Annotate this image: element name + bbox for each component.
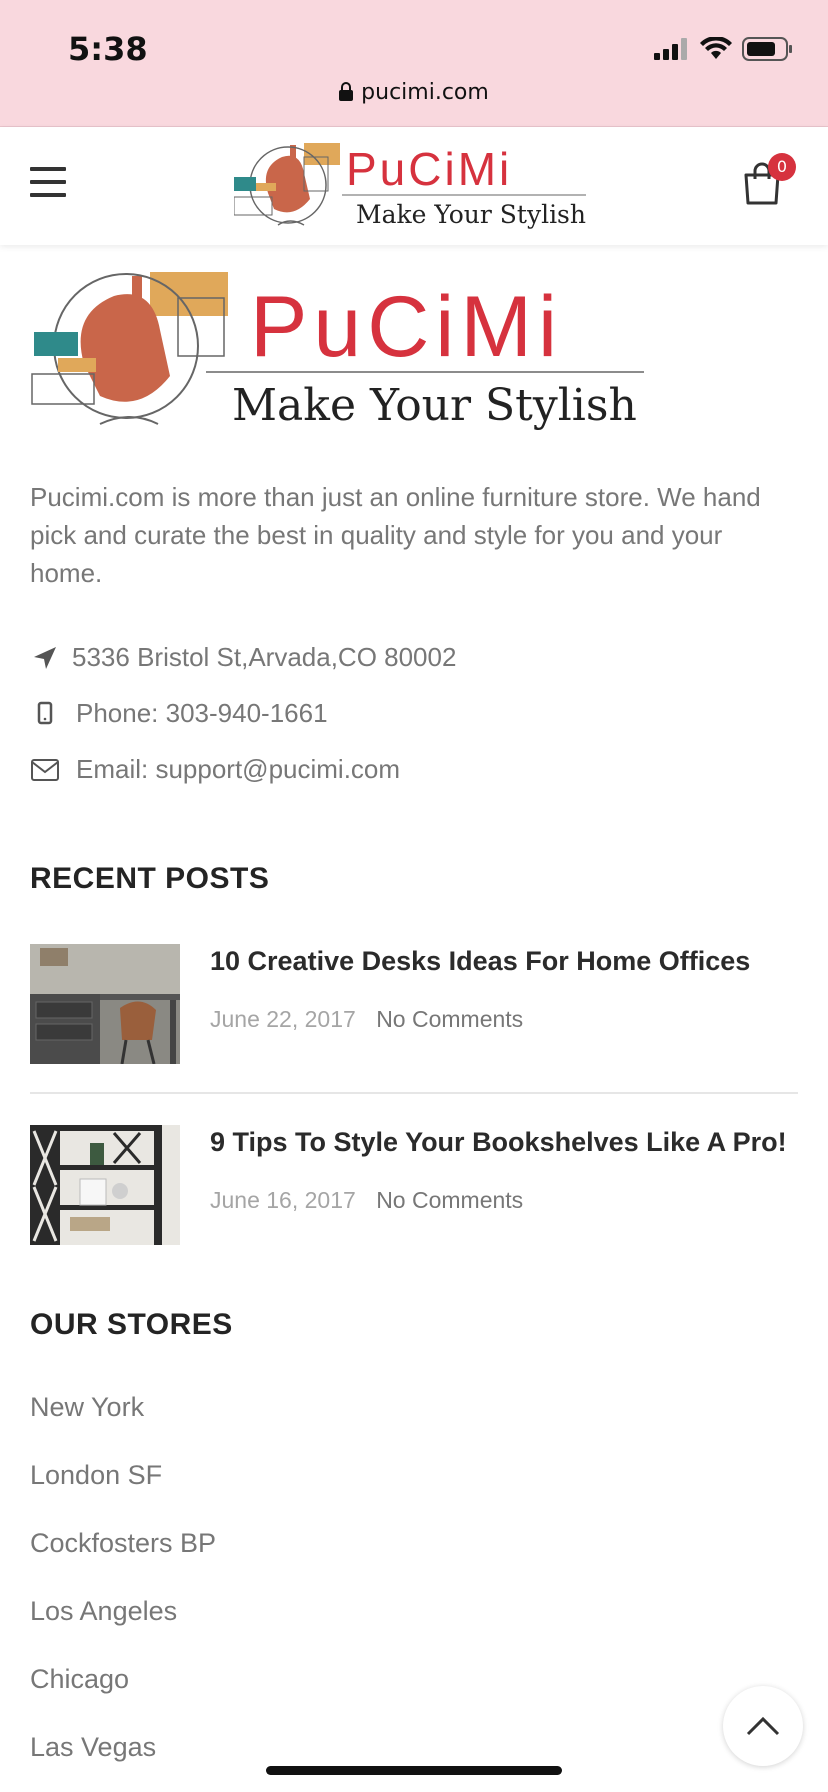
- envelope-icon: [30, 755, 60, 785]
- status-icons: [654, 36, 794, 62]
- recent-posts-title: RECENT POSTS: [30, 862, 270, 895]
- status-time: 5:38: [68, 30, 148, 68]
- contact-address: 5336 Bristol St,Arvada,CO 80002: [30, 642, 456, 673]
- footer-logo-tagline: Make Your Stylish: [232, 380, 637, 431]
- header-logo[interactable]: PuCiMi Make Your Stylish: [234, 137, 594, 235]
- site-header: PuCiMi Make Your Stylish 0: [0, 127, 828, 245]
- phone-text[interactable]: Phone: 303-940-1661: [76, 698, 328, 729]
- post-meta: June 16, 2017 No Comments: [210, 1187, 523, 1214]
- mobile-phone-icon: [30, 699, 60, 729]
- post-comments-link[interactable]: No Comments: [376, 1006, 523, 1032]
- cart-count-badge: 0: [768, 153, 796, 181]
- our-stores-title: OUR STORES: [30, 1308, 233, 1341]
- hamburger-icon[interactable]: [30, 167, 66, 197]
- post-comments-link[interactable]: No Comments: [376, 1187, 523, 1213]
- signal-icon: [654, 38, 687, 60]
- footer-logo: PuCiMi Make Your Stylish: [31, 272, 644, 431]
- post-thumbnail-desk[interactable]: [30, 944, 180, 1064]
- footer-logo-brand: PuCiMi: [250, 279, 563, 375]
- about-text: Pucimi.com is more than just an online f…: [30, 482, 761, 588]
- store-link-cockfosters-bp[interactable]: Cockfosters BP: [30, 1528, 216, 1559]
- email-text[interactable]: Email: support@pucimi.com: [76, 754, 400, 785]
- header-logo-tagline: Make Your Stylish: [356, 200, 586, 229]
- lock-icon: [339, 82, 354, 101]
- url-bar[interactable]: pucimi.com: [0, 80, 828, 105]
- store-link-chicago[interactable]: Chicago: [30, 1664, 129, 1695]
- home-indicator: [266, 1766, 562, 1775]
- post-thumbnail-bookshelf[interactable]: [30, 1125, 180, 1245]
- post-meta: June 22, 2017 No Comments: [210, 1006, 523, 1033]
- header-logo-brand: PuCiMi: [346, 143, 512, 195]
- post-title[interactable]: 10 Creative Desks Ideas For Home Offices: [210, 946, 750, 977]
- post-date: June 16, 2017: [210, 1187, 356, 1213]
- store-link-london-sf[interactable]: London SF: [30, 1460, 162, 1491]
- store-link-las-vegas[interactable]: Las Vegas: [30, 1732, 156, 1763]
- post-title[interactable]: 9 Tips To Style Your Bookshelves Like A …: [210, 1127, 787, 1158]
- location-arrow-icon: [30, 643, 60, 673]
- address-text: 5336 Bristol St,Arvada,CO 80002: [72, 642, 457, 672]
- post-divider: [30, 1092, 798, 1094]
- wifi-icon: [700, 37, 732, 59]
- store-link-los-angeles[interactable]: Los Angeles: [30, 1596, 177, 1627]
- store-link-new-york[interactable]: New York: [30, 1392, 144, 1423]
- status-bar: 5:38 pucimi.com: [0, 0, 828, 127]
- chevron-up-icon: [746, 1716, 780, 1736]
- url-text: pucimi.com: [361, 80, 489, 105]
- recent-post-item[interactable]: 10 Creative Desks Ideas For Home Offices…: [30, 944, 798, 1064]
- contact-phone: Phone: 303-940-1661: [30, 698, 328, 729]
- post-date: June 22, 2017: [210, 1006, 356, 1032]
- battery-icon: [742, 37, 792, 61]
- scroll-to-top-button[interactable]: [723, 1686, 803, 1766]
- recent-post-item[interactable]: 9 Tips To Style Your Bookshelves Like A …: [30, 1125, 798, 1245]
- contact-email: Email: support@pucimi.com: [30, 754, 400, 785]
